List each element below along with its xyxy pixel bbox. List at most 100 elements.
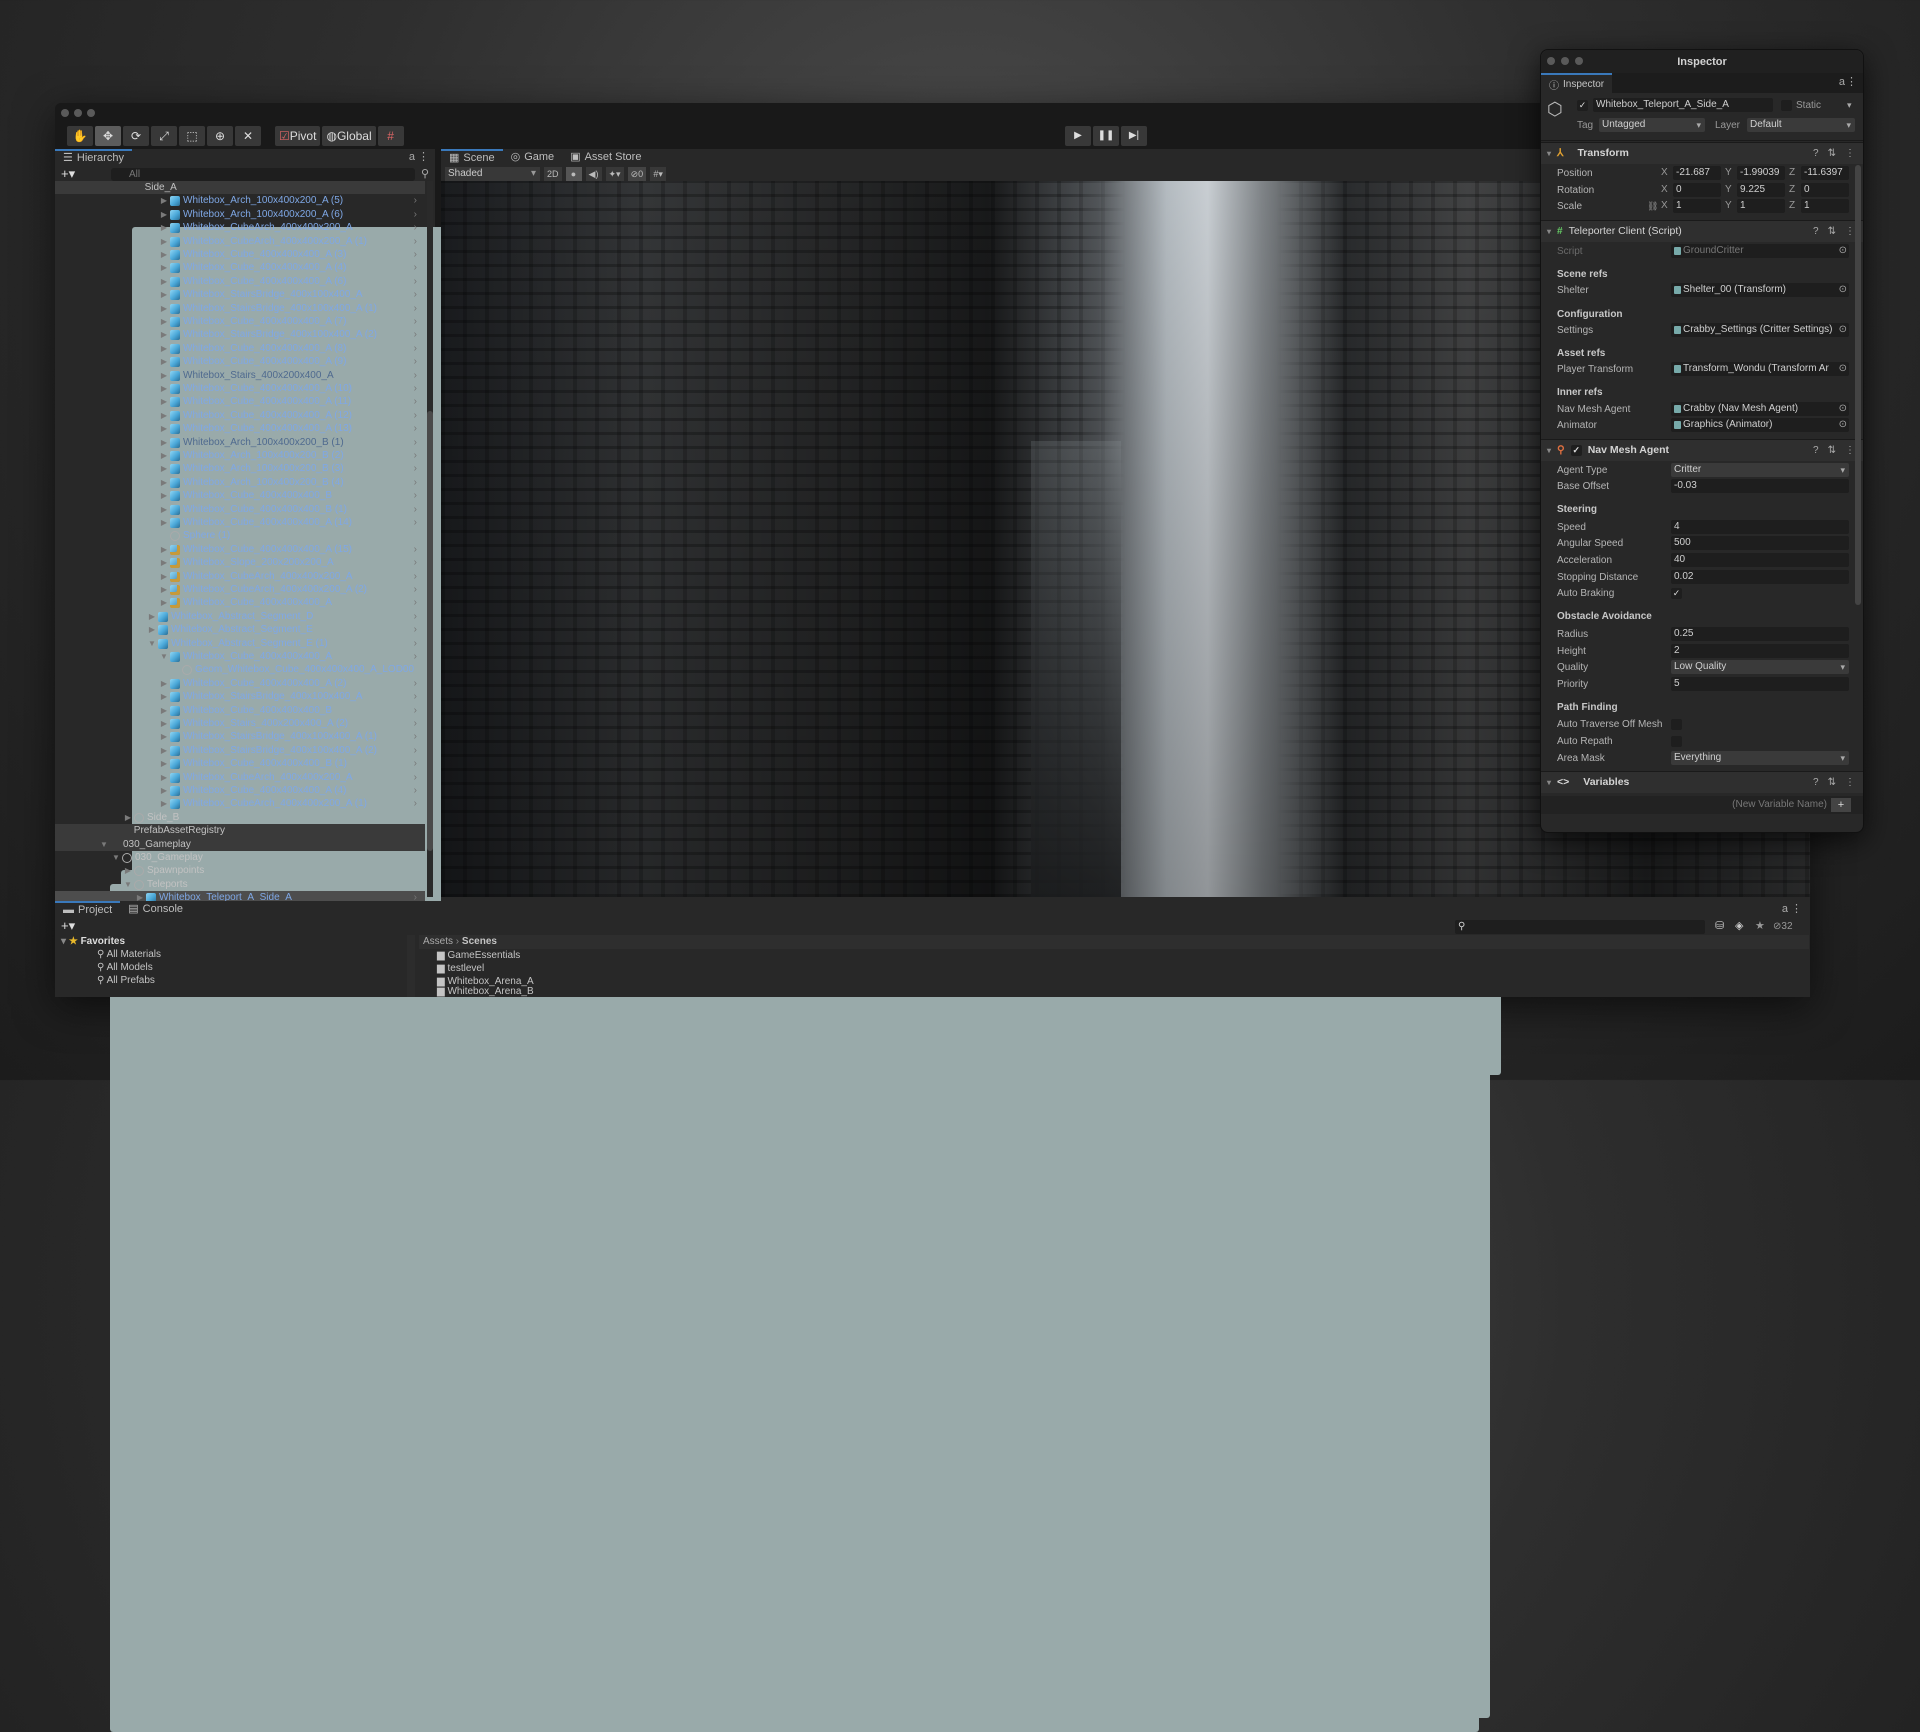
expand-arrow-right-icon[interactable]: ▶ xyxy=(159,221,169,234)
open-prefab-chevron-icon[interactable]: › xyxy=(414,235,417,248)
animator-field[interactable]: Graphics (Animator) ⊙ xyxy=(1671,418,1849,432)
more-menu-icon[interactable]: ⋮ xyxy=(1846,76,1857,89)
variables-component-header[interactable]: ▾ <> Variables ? ⇅ ⋮ xyxy=(1541,771,1863,793)
open-prefab-chevron-icon[interactable]: › xyxy=(414,717,417,730)
open-prefab-chevron-icon[interactable]: › xyxy=(414,288,417,301)
hierarchy-item[interactable]: ▶ Whitebox_Cube_400x400x400_A (3) › xyxy=(55,248,425,261)
hierarchy-item[interactable]: ▶ Whitebox_Cube_400x400x400_A (10) › xyxy=(55,382,425,395)
more-menu-icon[interactable]: ⋮ xyxy=(1845,776,1855,789)
expand-arrow-right-icon[interactable]: ▶ xyxy=(159,369,169,382)
maximize-window-button[interactable] xyxy=(1575,57,1583,65)
open-prefab-chevron-icon[interactable]: › xyxy=(414,596,417,609)
hierarchy-item[interactable]: ▶ Whitebox_StairsBridge_400x100x400_A › xyxy=(55,690,425,703)
open-prefab-chevron-icon[interactable]: › xyxy=(414,797,417,810)
object-picker-icon[interactable]: ⊙ xyxy=(1836,283,1847,297)
expand-arrow-right-icon[interactable]: ▶ xyxy=(159,449,169,462)
expand-arrow-right-icon[interactable]: ▶ xyxy=(159,704,169,717)
hierarchy-item[interactable]: ▶ Whitebox_Arch_100x400x200_B (1) › xyxy=(55,436,425,449)
open-prefab-chevron-icon[interactable]: › xyxy=(414,610,417,623)
expand-arrow-right-icon[interactable]: ▶ xyxy=(159,261,169,274)
expand-arrow-right-icon[interactable]: ▶ xyxy=(159,797,169,810)
close-window-button[interactable] xyxy=(61,109,69,117)
area-mask-dropdown[interactable]: Everything xyxy=(1671,751,1849,765)
expand-arrow-right-icon[interactable]: ▶ xyxy=(159,208,169,221)
grid-dropdown-icon[interactable]: #▾ xyxy=(650,167,667,181)
effects-dropdown-icon[interactable]: ✦▾ xyxy=(605,167,624,181)
position-z[interactable]: -11.6397 xyxy=(1801,166,1849,180)
open-prefab-chevron-icon[interactable]: › xyxy=(414,516,417,529)
hierarchy-item[interactable]: ▶ Whitebox_Cube_400x400x400_A (14) › xyxy=(55,516,425,529)
hierarchy-item[interactable]: ▶ Whitebox_CubeArch_400x400x200_A (1) › xyxy=(55,235,425,248)
open-prefab-chevron-icon[interactable]: › xyxy=(414,730,417,743)
more-menu-icon[interactable]: ⋮ xyxy=(1791,903,1802,916)
hierarchy-item[interactable]: ▼ Whitebox_Cube_400x400x400_A › xyxy=(55,650,425,663)
hierarchy-item[interactable]: ▶ Whitebox_CubeArch_400x400x200_A (2) › xyxy=(55,583,425,596)
radius-input[interactable]: 0.25 xyxy=(1671,627,1849,641)
maximize-window-button[interactable] xyxy=(87,109,95,117)
active-checkbox[interactable]: ✓ xyxy=(1577,100,1588,111)
lock-icon[interactable]: a xyxy=(1782,903,1788,916)
expand-arrow-right-icon[interactable]: ▶ xyxy=(159,409,169,422)
expand-arrow-right-icon[interactable]: ▶ xyxy=(159,315,169,328)
expand-arrow-down-icon[interactable]: ▼ xyxy=(147,637,157,650)
hierarchy-item[interactable]: Side_A xyxy=(55,181,1501,1075)
step-button[interactable]: ▶| xyxy=(1121,126,1147,146)
hierarchy-item[interactable]: ▶ Whitebox_Cube_400x400x400_B (1) › xyxy=(55,757,425,770)
auto-braking-checkbox[interactable]: ✓ xyxy=(1671,588,1682,599)
foldout-arrow-icon[interactable]: ▾ xyxy=(1547,147,1551,160)
minimize-window-button[interactable] xyxy=(1561,57,1569,65)
more-menu-icon[interactable]: ⋮ xyxy=(1845,147,1855,160)
breadcrumb-scenes[interactable]: Scenes xyxy=(462,936,497,947)
folder-item[interactable]: ▆ GameEssentials xyxy=(419,949,1809,962)
expand-arrow-right-icon[interactable]: ▶ xyxy=(159,543,169,556)
open-prefab-chevron-icon[interactable]: › xyxy=(414,677,417,690)
open-prefab-chevron-icon[interactable]: › xyxy=(414,543,417,556)
expand-arrow-right-icon[interactable]: ▶ xyxy=(159,235,169,248)
hidden-packages-toggle[interactable]: ⊘32 xyxy=(1773,920,1793,933)
open-prefab-chevron-icon[interactable]: › xyxy=(414,462,417,475)
expand-arrow-right-icon[interactable]: ▶ xyxy=(159,730,169,743)
2d-toggle[interactable]: 2D xyxy=(544,167,562,181)
custom-tool-icon[interactable]: ✕ xyxy=(235,126,261,146)
open-prefab-chevron-icon[interactable]: › xyxy=(414,757,417,770)
hierarchy-search-input[interactable]: All xyxy=(111,167,415,181)
open-prefab-chevron-icon[interactable]: › xyxy=(414,208,417,221)
hand-tool-icon[interactable]: ✋ xyxy=(67,126,93,146)
folder-item[interactable]: ▆ Whitebox_Arena_A xyxy=(419,975,1809,988)
hierarchy-item[interactable]: ▶ Whitebox_StairsBridge_400x100x400_A › xyxy=(55,288,425,301)
create-add-button[interactable]: +▾ xyxy=(61,919,75,933)
help-icon[interactable]: ? xyxy=(1813,776,1819,789)
expand-arrow-right-icon[interactable]: ▶ xyxy=(159,489,169,502)
project-tree-scrollbar[interactable] xyxy=(407,935,415,997)
presets-icon[interactable]: ⇅ xyxy=(1828,225,1836,238)
expand-arrow-right-icon[interactable]: ▶ xyxy=(159,355,169,368)
open-prefab-chevron-icon[interactable]: › xyxy=(414,570,417,583)
expand-arrow-right-icon[interactable]: ▶ xyxy=(147,623,157,636)
more-menu-icon[interactable]: ⋮ xyxy=(418,151,429,164)
agent-type-dropdown[interactable]: Critter xyxy=(1671,463,1849,477)
expand-arrow-right-icon[interactable]: ▶ xyxy=(159,757,169,770)
hierarchy-item[interactable]: ▶ Whitebox_Slope_200x200x200_A › xyxy=(55,556,425,569)
expand-arrow-right-icon[interactable]: ▶ xyxy=(159,275,169,288)
scale-z[interactable]: 1 xyxy=(1801,199,1849,213)
open-prefab-chevron-icon[interactable]: › xyxy=(414,194,417,207)
expand-arrow-down-icon[interactable]: ▼ xyxy=(123,878,133,891)
hierarchy-item[interactable]: ▶ Whitebox_Cube_400x400x400_A (4) › xyxy=(55,261,425,274)
height-input[interactable]: 2 xyxy=(1671,644,1849,658)
object-picker-icon[interactable]: ⊙ xyxy=(1836,323,1847,337)
tab-game[interactable]: ◎ Game xyxy=(503,149,563,166)
hierarchy-item[interactable]: ▶ Whitebox_Cube_400x400x400_A (11) › xyxy=(55,395,425,408)
hierarchy-item[interactable]: ▶ Whitebox_Cube_400x400x400_A (8) › xyxy=(55,342,425,355)
expand-arrow-right-icon[interactable]: ▶ xyxy=(159,288,169,301)
object-picker-icon[interactable]: ⊙ xyxy=(1836,418,1847,432)
hierarchy-item[interactable]: ▶ Whitebox_StairsBridge_400x100x400_A (1)… xyxy=(55,730,425,743)
foldout-arrow-icon[interactable]: ▾ xyxy=(1547,444,1551,457)
open-prefab-chevron-icon[interactable]: › xyxy=(414,784,417,797)
open-prefab-chevron-icon[interactable]: › xyxy=(414,315,417,328)
expand-arrow-right-icon[interactable]: ▶ xyxy=(159,476,169,489)
inspector-scrollbar[interactable] xyxy=(1855,145,1861,825)
hierarchy-item[interactable]: ▶ Whitebox_Cube_400x400x400_A (4) › xyxy=(55,784,425,797)
expand-arrow-right-icon[interactable]: ▶ xyxy=(159,436,169,449)
open-prefab-chevron-icon[interactable]: › xyxy=(414,302,417,315)
hierarchy-item[interactable]: ▶ Whitebox_Arch_100x400x200_A (6) › xyxy=(55,208,425,221)
